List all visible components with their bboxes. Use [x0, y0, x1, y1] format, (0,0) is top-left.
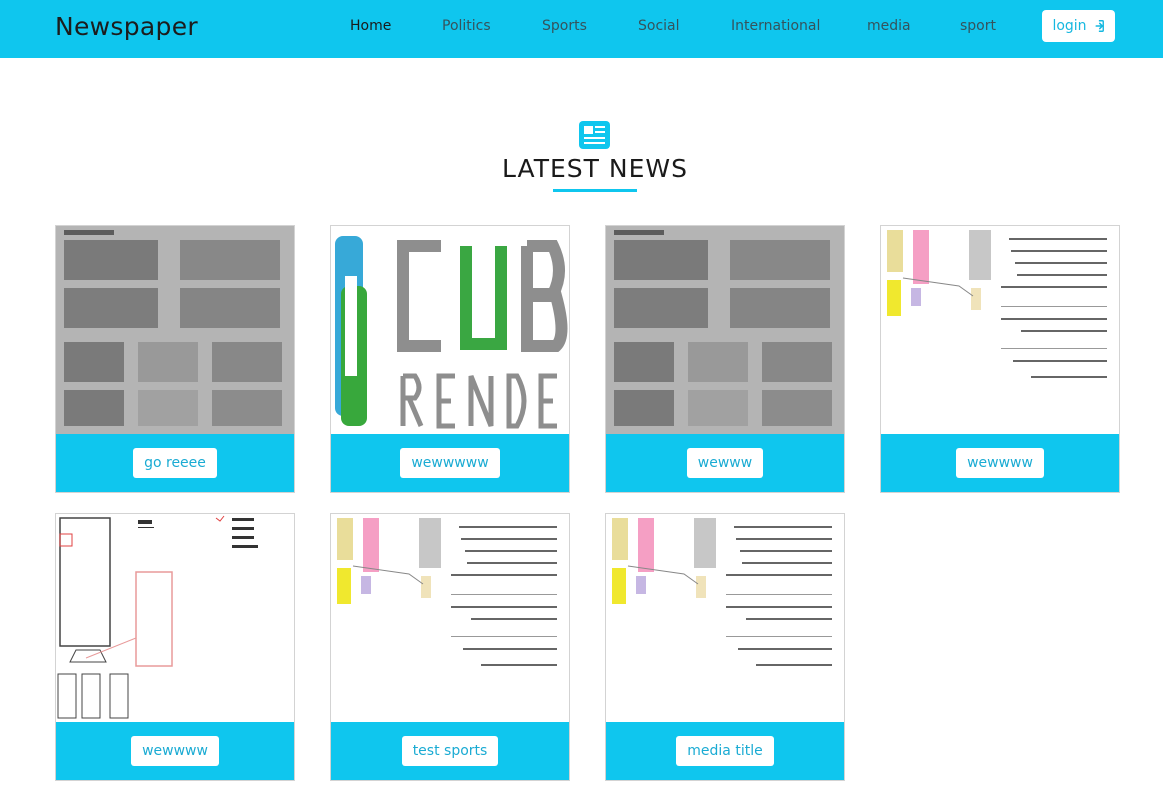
- brand-logo[interactable]: Newspaper: [55, 12, 198, 41]
- news-card[interactable]: wewwww: [55, 513, 295, 781]
- news-card[interactable]: wewwww: [880, 225, 1120, 493]
- nav-politics[interactable]: Politics: [442, 18, 491, 34]
- news-thumbnail-boot-sketch[interactable]: [56, 514, 294, 722]
- news-title-button[interactable]: wewww: [686, 448, 764, 478]
- nav-sports[interactable]: Sports: [542, 18, 587, 34]
- card-footer: wewww: [606, 434, 844, 492]
- news-title-button[interactable]: go reeee: [133, 448, 217, 478]
- news-card[interactable]: wewwwww: [330, 225, 570, 493]
- card-footer: test sports: [331, 722, 569, 780]
- news-card[interactable]: go reeee: [55, 225, 295, 493]
- title-underline: [553, 189, 637, 192]
- newspaper-icon: [579, 121, 610, 149]
- news-thumbnail-worksheet[interactable]: [606, 226, 844, 434]
- news-title-button[interactable]: test sports: [401, 736, 499, 766]
- top-navbar: Newspaper Home Politics Sports Social In…: [0, 0, 1163, 58]
- card-footer: media title: [606, 722, 844, 780]
- section-title: LATEST NEWS: [502, 154, 688, 183]
- login-label: login: [1052, 18, 1087, 34]
- news-thumbnail-cube-render[interactable]: [331, 226, 569, 434]
- news-title-button[interactable]: wewwww: [956, 448, 1044, 478]
- news-card[interactable]: test sports: [330, 513, 570, 781]
- card-footer: wewwwww: [331, 434, 569, 492]
- card-footer: go reeee: [56, 434, 294, 492]
- nav-sport[interactable]: sport: [960, 18, 996, 34]
- nav-international[interactable]: International: [731, 18, 820, 34]
- news-card[interactable]: wewww: [605, 225, 845, 493]
- nav-home[interactable]: Home: [350, 18, 391, 34]
- sign-in-icon: [1095, 20, 1104, 32]
- news-thumbnail-network-diagram[interactable]: [881, 226, 1119, 434]
- news-thumbnail-worksheet[interactable]: [56, 226, 294, 434]
- news-title-button[interactable]: media title: [676, 736, 774, 766]
- news-thumbnail-network-diagram[interactable]: [331, 514, 569, 722]
- card-footer: wewwww: [881, 434, 1119, 492]
- news-title-button[interactable]: wewwwww: [400, 448, 500, 478]
- card-footer: wewwww: [56, 722, 294, 780]
- login-button[interactable]: login: [1042, 10, 1115, 42]
- nav-media[interactable]: media: [867, 18, 911, 34]
- news-thumbnail-network-diagram[interactable]: [606, 514, 844, 722]
- news-card[interactable]: media title: [605, 513, 845, 781]
- news-title-button[interactable]: wewwww: [131, 736, 219, 766]
- nav-social[interactable]: Social: [638, 18, 680, 34]
